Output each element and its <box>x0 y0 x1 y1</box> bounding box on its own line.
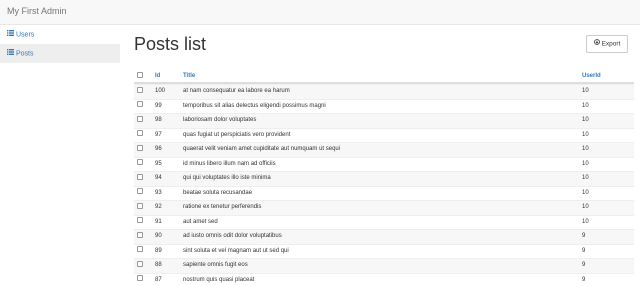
cell-id: 99 <box>155 102 162 109</box>
cell-title: sint soluta et vel magnam aut ut sed qui <box>183 247 289 254</box>
table-row[interactable]: 97 quas fugiat ut perspiciatis vero provi… <box>134 127 634 143</box>
column-header-title[interactable]: Title <box>183 70 195 82</box>
main-content: Posts list Export Id Title UserId 100 at … <box>120 25 640 286</box>
table-row[interactable]: 96 quaerat velit veniam amet cupiditate a… <box>134 142 634 157</box>
cell-userid: 10 <box>582 204 589 210</box>
cell-userid: 9 <box>582 233 586 239</box>
cell-id: 98 <box>155 117 162 123</box>
cell-id: 91 <box>155 218 162 225</box>
table-row[interactable]: 88 sapiente omnis fugit eos 9 <box>134 258 634 273</box>
cell-id: 93 <box>155 189 162 196</box>
cell-userid: 10 <box>582 146 589 152</box>
row-checkbox[interactable] <box>137 143 143 157</box>
cell-title: ratione ex tenetur perferendis <box>183 204 262 210</box>
row-checkbox[interactable] <box>137 129 143 143</box>
cell-title: quas fugiat ut perspiciatis vero provide… <box>183 131 291 138</box>
cell-userid: 10 <box>582 131 589 138</box>
cell-id: 90 <box>155 233 162 239</box>
app-title[interactable]: My First Admin <box>7 6 67 16</box>
table-row[interactable]: 87 nostrum quis quasi placeat 9 <box>134 272 634 286</box>
cell-title: quaerat velit veniam amet cupiditate aut… <box>183 146 341 152</box>
sidebar-item-label: Users <box>16 31 35 39</box>
cell-userid: 10 <box>582 88 589 94</box>
cell-userid: 9 <box>582 247 586 254</box>
cell-userid: 10 <box>582 117 589 123</box>
row-checkbox[interactable] <box>137 85 143 99</box>
table-header: Id Title UserId <box>134 70 634 84</box>
sidebar: Users Posts <box>0 25 120 286</box>
cell-title: temporibus sit alias delectus eligendi p… <box>183 102 326 109</box>
select-all-checkbox[interactable] <box>137 70 143 82</box>
cell-userid: 9 <box>582 276 586 283</box>
row-checkbox[interactable] <box>137 245 143 259</box>
table-row[interactable]: 100 at nam consequatur ea labore ea harum… <box>134 84 634 99</box>
table-row[interactable]: 99 temporibus sit alias delectus eligendi… <box>134 98 634 114</box>
export-label: Export <box>601 40 621 48</box>
row-checkbox[interactable] <box>137 172 143 186</box>
cell-title: beatae soluta recusandae <box>183 189 253 196</box>
cell-title: at nam consequatur ea labore ea harum <box>183 88 290 94</box>
posts-table: Id Title UserId 100 at nam consequatur ea… <box>134 70 634 286</box>
table-row[interactable]: 98 laboriosam dolor voluptates 10 <box>134 113 634 128</box>
table-row[interactable]: 90 ad iusto omnis odit dolor voluptatibus… <box>134 229 634 244</box>
sidebar-item-users[interactable]: Users <box>0 25 120 44</box>
cell-userid: 10 <box>582 189 589 196</box>
list-icon <box>7 44 14 63</box>
sidebar-item-posts[interactable]: Posts <box>0 44 120 63</box>
row-checkbox[interactable] <box>137 274 143 286</box>
cell-id: 89 <box>155 247 162 254</box>
table-row[interactable]: 91 aut amet sed 10 <box>134 214 634 230</box>
cell-userid: 10 <box>582 160 589 167</box>
cell-id: 95 <box>155 160 162 167</box>
table-row[interactable]: 92 ratione ex tenetur perferendis 10 <box>134 200 634 215</box>
row-checkbox[interactable] <box>137 100 143 114</box>
cell-userid: 10 <box>582 102 589 109</box>
row-checkbox[interactable] <box>137 187 143 201</box>
cell-title: sapiente omnis fugit eos <box>183 262 248 268</box>
cell-id: 94 <box>155 175 162 181</box>
cell-title: id minus libero illum nam ad officiis <box>183 160 276 167</box>
column-header-userid[interactable]: UserId <box>582 70 601 82</box>
cell-id: 97 <box>155 131 162 138</box>
row-checkbox[interactable] <box>137 201 143 215</box>
cell-title: ad iusto omnis odit dolor voluptatibus <box>183 233 282 239</box>
row-checkbox[interactable] <box>137 259 143 273</box>
cell-id: 92 <box>155 204 162 210</box>
cell-id: 87 <box>155 276 162 283</box>
table-row[interactable]: 94 qui qui voluptates illo iste minima 10 <box>134 171 634 186</box>
export-button[interactable]: Export <box>586 35 628 53</box>
sidebar-item-label: Posts <box>16 50 34 58</box>
row-checkbox[interactable] <box>137 158 143 172</box>
column-header-id[interactable]: Id <box>155 70 160 82</box>
cell-title: laboriosam dolor voluptates <box>183 117 257 123</box>
cell-userid: 10 <box>582 175 589 181</box>
export-icon <box>593 36 600 52</box>
table-body: 100 at nam consequatur ea labore ea harum… <box>134 84 634 286</box>
cell-id: 96 <box>155 146 162 152</box>
table-row[interactable]: 95 id minus libero illum nam ad officiis 1… <box>134 156 634 172</box>
table-row[interactable]: 89 sint soluta et vel magnam aut ut sed q… <box>134 243 634 259</box>
cell-userid: 9 <box>582 262 586 268</box>
cell-title: aut amet sed <box>183 218 218 225</box>
row-checkbox[interactable] <box>137 230 143 244</box>
cell-id: 88 <box>155 262 162 268</box>
cell-title: qui qui voluptates illo iste minima <box>183 175 271 181</box>
cell-userid: 10 <box>582 218 589 225</box>
top-navbar: My First Admin <box>0 0 640 25</box>
row-checkbox[interactable] <box>137 216 143 230</box>
list-icon <box>7 25 14 44</box>
cell-id: 100 <box>155 88 166 94</box>
page-title: Posts list <box>134 34 207 54</box>
cell-title: nostrum quis quasi placeat <box>183 276 255 283</box>
row-checkbox[interactable] <box>137 114 143 128</box>
table-row[interactable]: 93 beatae soluta recusandae 10 <box>134 185 634 201</box>
